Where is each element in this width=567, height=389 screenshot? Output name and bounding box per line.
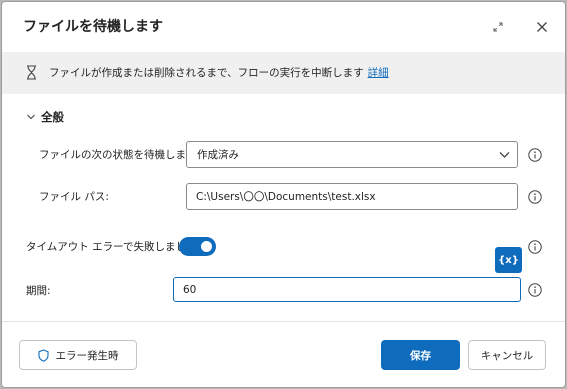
save-button[interactable]: 保存: [381, 340, 460, 370]
details-link[interactable]: 詳細: [368, 67, 389, 79]
section-general-toggle[interactable]: 全般: [26, 109, 64, 125]
duration-label: 期間:: [26, 285, 51, 297]
info-icon[interactable]: [528, 148, 542, 162]
timeout-toggle[interactable]: [179, 237, 216, 256]
expand-button[interactable]: [489, 18, 507, 36]
wait-state-select[interactable]: 作成済み: [186, 141, 518, 168]
hourglass-icon: [27, 65, 36, 80]
expand-arrows-icon: [493, 22, 503, 32]
info-text: ファイルが作成または削除されるまで、フローの実行を中断します: [49, 67, 364, 79]
chevron-down-icon: [499, 152, 510, 158]
file-path-label: ファイル パス:: [39, 191, 109, 203]
toggle-knob: [201, 241, 212, 252]
info-icon[interactable]: [528, 283, 542, 297]
close-icon: [537, 22, 547, 32]
wait-for-file-dialog: ファイルを待機します ファイルが作成または削除されるまで、フローの実行を中断しま…: [1, 1, 566, 388]
on-error-button[interactable]: エラー発生時: [19, 340, 137, 370]
cancel-button[interactable]: キャンセル: [468, 340, 546, 370]
footer-divider: [2, 321, 565, 322]
chevron-down-icon: [27, 114, 35, 120]
wait-state-label: ファイルの次の状態を待機します:: [39, 149, 201, 161]
info-icon[interactable]: [528, 190, 542, 204]
variable-picker-button[interactable]: {x}: [495, 247, 522, 273]
section-general-label: 全般: [41, 110, 64, 124]
info-bar: ファイルが作成または削除されるまで、フローの実行を中断します 詳細: [2, 52, 565, 94]
wait-state-value: 作成済み: [197, 149, 239, 161]
info-icon[interactable]: [528, 240, 542, 254]
file-path-input[interactable]: [186, 183, 518, 210]
dialog-title: ファイルを待機します: [23, 19, 163, 35]
shield-icon: [37, 348, 49, 362]
info-description: ファイルが作成または削除されるまで、フローの実行を中断します 詳細: [49, 65, 389, 81]
timeout-label: タイムアウト エラーで失敗しました:: [26, 241, 201, 253]
duration-input[interactable]: [173, 277, 521, 302]
on-error-label: エラー発生時: [55, 349, 119, 362]
close-button[interactable]: [533, 18, 551, 36]
